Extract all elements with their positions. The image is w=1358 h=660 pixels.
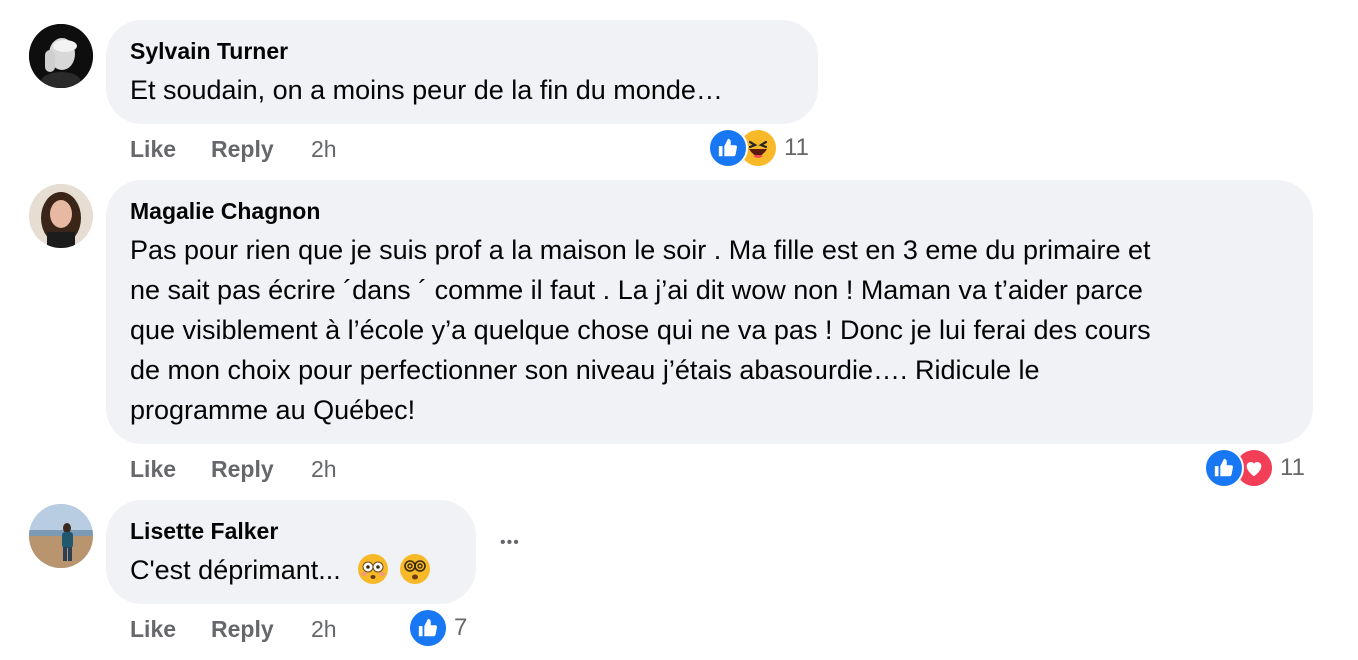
comment-timestamp[interactable]: 2h (311, 134, 337, 164)
avatar-image (29, 24, 93, 88)
more-options-button[interactable]: ••• (500, 534, 520, 552)
comment-bubble: Magalie Chagnon Pas pour rien que je sui… (106, 180, 1313, 444)
comment-text-line: que visiblement à l’école y’a quelque ch… (130, 315, 1151, 345)
comment-actions: Like Reply 2h (130, 614, 830, 644)
like-button[interactable]: Like (130, 614, 176, 644)
reply-button[interactable]: Reply (211, 614, 274, 644)
flushed-face-emoji (358, 554, 389, 584)
like-button[interactable]: Like (130, 134, 176, 164)
like-icon (408, 608, 448, 648)
comment-author[interactable]: Sylvain Turner (130, 36, 794, 66)
comment-timestamp[interactable]: 2h (311, 614, 337, 644)
reaction-count: 11 (1280, 454, 1305, 481)
comment-text-line: Pas pour rien que je suis prof a la mais… (130, 235, 1151, 265)
reactions-summary[interactable]: 11 (1204, 448, 1305, 488)
reactions-summary[interactable]: 11 (708, 128, 809, 168)
comment-text: C'est déprimant... (130, 550, 452, 590)
avatar[interactable] (29, 184, 93, 248)
comment-text-content: C'est déprimant... (130, 555, 341, 585)
like-button[interactable]: Like (130, 454, 176, 484)
reply-button[interactable]: Reply (211, 134, 274, 164)
comment-text-line: de mon choix pour perfectionner son nive… (130, 355, 1040, 385)
comment-text-line: ne sait pas écrire ´dans ´ comme il faut… (130, 275, 1143, 305)
reaction-count: 7 (454, 614, 468, 641)
comment-author[interactable]: Magalie Chagnon (130, 196, 1289, 226)
comment-text: Et soudain, on a moins peur de la fin du… (130, 75, 723, 105)
avatar[interactable] (29, 24, 93, 88)
avatar[interactable] (29, 504, 93, 568)
avatar-image (29, 504, 93, 568)
dizzy-face-emoji (399, 554, 430, 584)
reply-button[interactable]: Reply (211, 454, 274, 484)
like-icon (708, 128, 748, 168)
comment-actions: Like Reply 2h (130, 454, 830, 484)
comment-bubble: Sylvain Turner Et soudain, on a moins pe… (106, 20, 818, 124)
comment-text: Pas pour rien que je suis prof a la mais… (130, 230, 1289, 430)
comment-timestamp[interactable]: 2h (311, 454, 337, 484)
like-icon (1204, 448, 1244, 488)
comment-text-line: programme au Québec! (130, 395, 416, 425)
avatar-image (29, 184, 93, 248)
reactions-summary[interactable]: 7 (408, 608, 468, 648)
comment-author[interactable]: Lisette Falker (130, 516, 452, 546)
reaction-count: 11 (784, 134, 809, 161)
comment-bubble: Lisette Falker C'est déprimant... (106, 500, 476, 604)
